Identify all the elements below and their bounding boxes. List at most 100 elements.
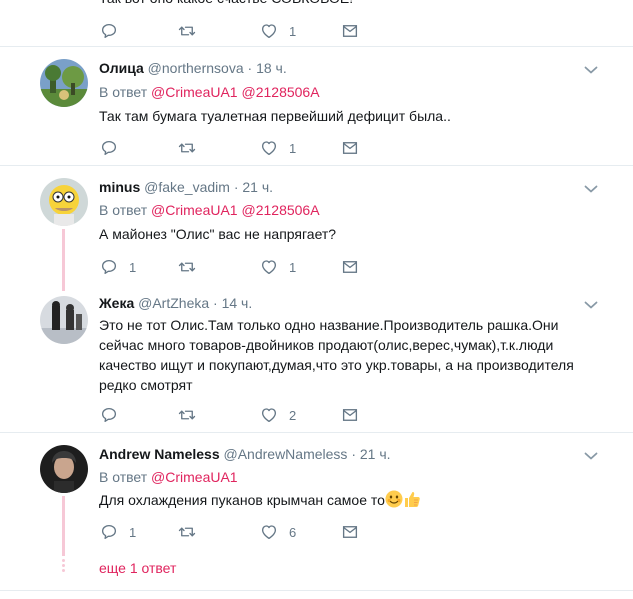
tweet[interactable]: minus @fake_vadim · 21 ч. В ответ @Crime… (0, 166, 633, 284)
author-handle[interactable]: @AndrewNameless (224, 446, 348, 462)
tweet-text: Так там бумага туалетная первейший дефиц… (99, 108, 451, 124)
tweet[interactable]: Andrew Nameless @AndrewNameless · 21 ч. … (0, 433, 633, 553)
tweet-actions: 1 1 (100, 257, 380, 277)
tweet[interactable]: Жека @ArtZheka · 14 ч. Это не тот Олис.Т… (0, 284, 633, 432)
like-button[interactable]: 1 (260, 257, 296, 277)
tweet-previous: Так вот оно какое счастье СОВКОВОЕ! 1 (0, 0, 633, 46)
like-count: 2 (289, 407, 297, 423)
chevron-down-icon[interactable] (584, 300, 598, 310)
chevron-down-icon[interactable] (584, 451, 598, 461)
retweet-icon (178, 406, 196, 424)
reply-context: В ответ @CrimeaUA1 @2128506A (99, 84, 320, 100)
dm-button[interactable] (341, 257, 359, 277)
avatar[interactable] (40, 59, 88, 107)
avatar[interactable] (40, 296, 88, 344)
reply-count: 1 (129, 524, 137, 540)
like-count: 1 (289, 140, 297, 156)
dm-button[interactable] (341, 522, 359, 542)
retweet-button[interactable] (178, 405, 196, 425)
retweet-button[interactable] (178, 522, 196, 542)
thumbs-up-emoji (404, 492, 420, 507)
like-icon (260, 258, 278, 276)
dm-icon (341, 139, 359, 157)
like-count: 1 (289, 23, 297, 39)
reply-icon (100, 523, 118, 541)
mention-link[interactable]: @2128506A (242, 202, 320, 218)
reply-button[interactable] (100, 405, 118, 425)
avatar[interactable] (40, 445, 88, 493)
retweet-button[interactable] (178, 257, 196, 277)
mention-link[interactable]: @CrimeaUA1 (151, 202, 238, 218)
tweet-actions: 2 (100, 405, 380, 425)
mention-link[interactable]: @CrimeaUA1 (151, 84, 238, 100)
mention-link[interactable]: @CrimeaUA1 (151, 469, 238, 485)
dm-button[interactable] (341, 138, 359, 158)
tweet-text: Это не тот Олис.Там только одно название… (99, 317, 574, 393)
like-count: 1 (289, 259, 297, 275)
thread-dots (62, 559, 65, 572)
tweet-time[interactable]: 18 ч. (256, 60, 287, 76)
chevron-down-icon[interactable] (584, 184, 598, 194)
thread-line (62, 496, 65, 556)
dm-icon (341, 523, 359, 541)
like-count: 6 (289, 524, 297, 540)
divider (0, 590, 633, 591)
like-button[interactable]: 1 (260, 138, 296, 158)
tweet-actions: 1 6 (100, 522, 380, 542)
author-handle[interactable]: @northernsova (148, 60, 244, 76)
reply-icon (100, 258, 118, 276)
tweet-actions: 1 (100, 138, 380, 158)
tweet-text-content: Для охлаждения пуканов крымчан самое то (99, 492, 385, 508)
author-name[interactable]: Andrew Nameless (99, 446, 220, 462)
dm-button[interactable] (341, 21, 359, 41)
like-icon (260, 139, 278, 157)
author-name[interactable]: minus (99, 179, 140, 195)
retweet-button[interactable] (178, 21, 196, 41)
tweet-header: Жека @ArtZheka · 14 ч. (99, 295, 253, 311)
chevron-down-icon[interactable] (584, 65, 598, 75)
author-name[interactable]: Жека (99, 295, 134, 311)
dm-button[interactable] (341, 405, 359, 425)
tweet[interactable]: Олица @northernsova · 18 ч. В ответ @Cri… (0, 47, 633, 165)
reply-button[interactable] (100, 138, 118, 158)
like-button[interactable]: 2 (260, 405, 296, 425)
retweet-button[interactable] (178, 138, 196, 158)
dm-icon (341, 258, 359, 276)
reply-button[interactable]: 1 (100, 257, 136, 277)
tweet-text: А майонез "Олис" вас не напрягает? (99, 226, 337, 242)
reply-count: 1 (129, 259, 137, 275)
like-icon (260, 523, 278, 541)
like-button[interactable]: 1 (260, 21, 296, 41)
reply-icon (100, 406, 118, 424)
author-name[interactable]: Олица (99, 60, 144, 76)
thread-line (62, 229, 65, 291)
like-button[interactable]: 6 (260, 522, 296, 542)
reply-icon (100, 22, 118, 40)
dm-icon (341, 406, 359, 424)
reply-icon (100, 139, 118, 157)
like-icon (260, 22, 278, 40)
author-handle[interactable]: @ArtZheka (138, 295, 209, 311)
avatar[interactable] (40, 178, 88, 226)
dm-icon (341, 22, 359, 40)
reply-context: В ответ @CrimeaUA1 (99, 469, 238, 485)
reply-context: В ответ @CrimeaUA1 @2128506A (99, 202, 320, 218)
smiling-face-emoji (385, 490, 403, 508)
author-handle[interactable]: @fake_vadim (144, 179, 230, 195)
tweet-header: Олица @northernsova · 18 ч. (99, 60, 287, 76)
reply-button[interactable]: 1 (100, 522, 136, 542)
tweet-time[interactable]: 21 ч. (242, 179, 273, 195)
tweet-time[interactable]: 14 ч. (222, 295, 253, 311)
retweet-icon (178, 258, 196, 276)
tweet-time[interactable]: 21 ч. (360, 446, 391, 462)
tweet-header: Andrew Nameless @AndrewNameless · 21 ч. (99, 446, 391, 462)
tweet-actions: 1 (100, 21, 380, 41)
retweet-icon (178, 139, 196, 157)
tweet-text: Для охлаждения пуканов крымчан самое то (99, 490, 589, 510)
mention-link[interactable]: @2128506A (242, 84, 320, 100)
tweet-text: Так вот оно какое счастье СОВКОВОЕ! (99, 0, 589, 8)
show-more-replies-link[interactable]: еще 1 ответ (99, 560, 176, 576)
retweet-icon (178, 523, 196, 541)
like-icon (260, 406, 278, 424)
reply-button[interactable] (100, 21, 118, 41)
